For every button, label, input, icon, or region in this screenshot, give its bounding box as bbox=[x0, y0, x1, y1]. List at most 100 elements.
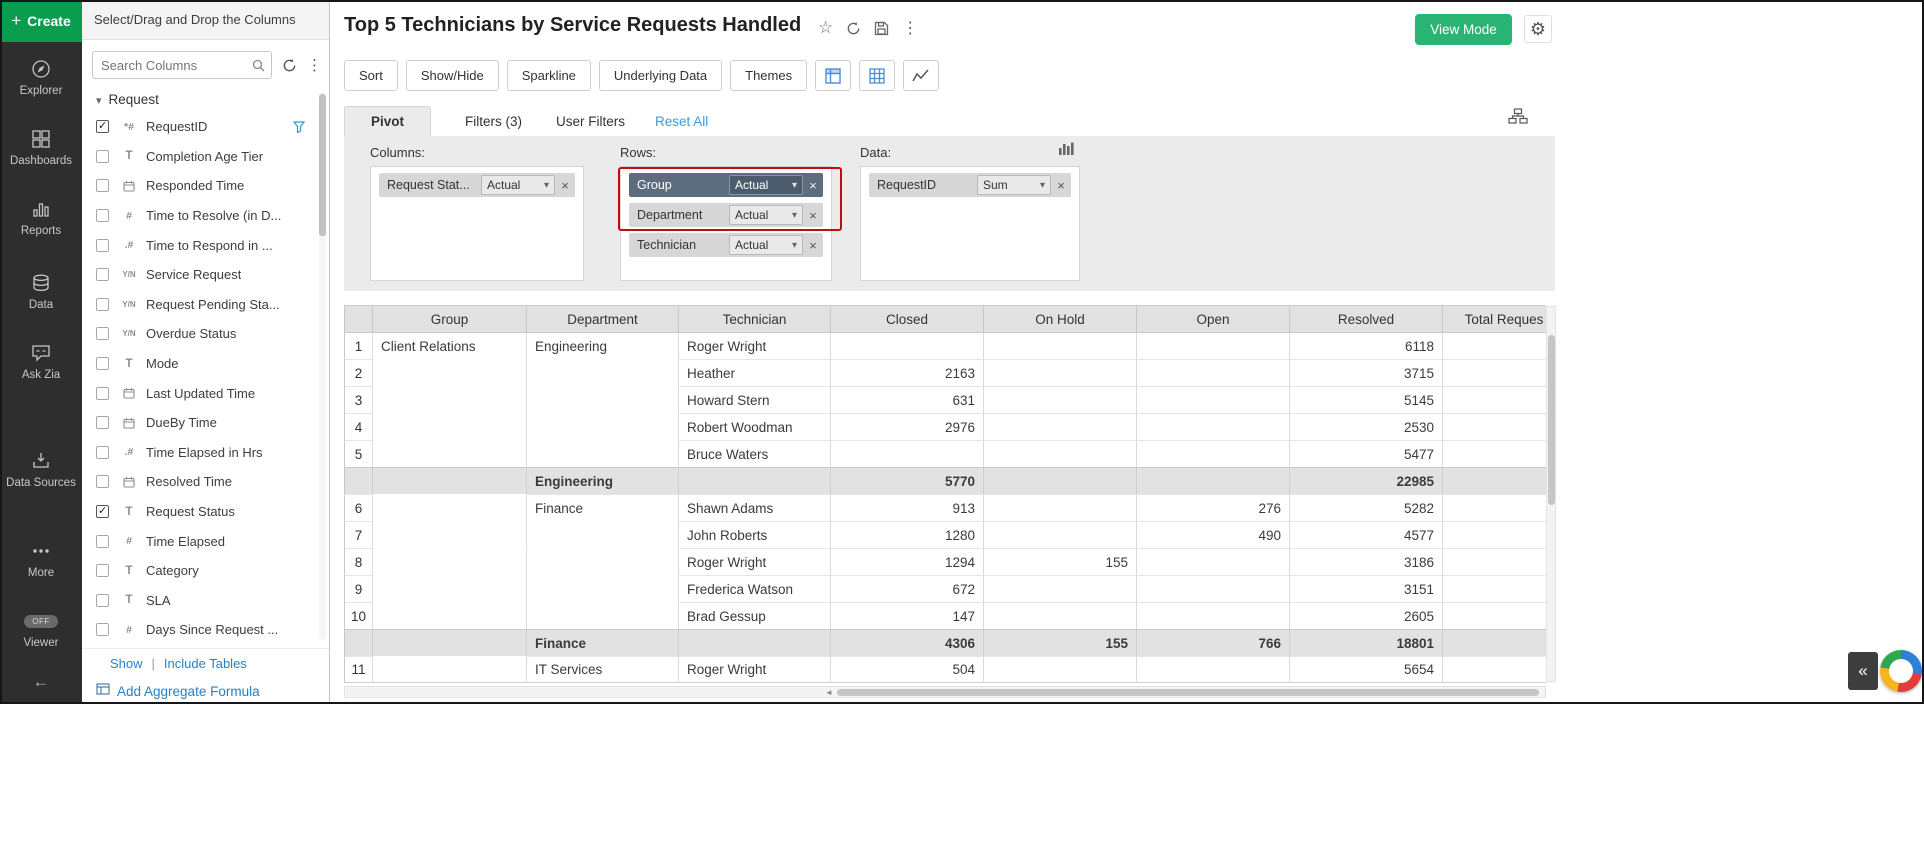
sidebar-item-more[interactable]: More bbox=[0, 540, 82, 580]
field-item-responded-time[interactable]: Responded Time bbox=[82, 171, 315, 201]
favorite-star-icon[interactable]: ☆ bbox=[818, 18, 833, 38]
reset-all-link[interactable]: Reset All bbox=[655, 114, 708, 136]
add-aggregate-button[interactable]: Add Aggregate Formula bbox=[82, 678, 329, 704]
checkbox[interactable] bbox=[96, 179, 109, 192]
tab-filters[interactable]: Filters (3) bbox=[465, 114, 522, 136]
field-item-days-since-request[interactable]: #Days Since Request ... bbox=[82, 615, 315, 645]
show-link[interactable]: Show bbox=[110, 656, 143, 671]
field-list-scrollbar[interactable] bbox=[319, 92, 326, 640]
kebab-menu-icon[interactable]: ⋮ bbox=[902, 18, 918, 38]
field-item-time-elapsed-in-hrs[interactable]: .#Time Elapsed in Hrs bbox=[82, 438, 315, 468]
checkbox[interactable] bbox=[96, 357, 109, 370]
show-hide-button[interactable]: Show/Hide bbox=[406, 60, 499, 91]
save-icon[interactable] bbox=[874, 21, 889, 36]
field-item-mode[interactable]: TMode bbox=[82, 349, 315, 379]
kebab-menu-icon[interactable]: ⋮ bbox=[307, 56, 322, 74]
checkbox[interactable] bbox=[96, 387, 109, 400]
scrollbar-thumb[interactable] bbox=[319, 94, 326, 236]
sidebar-item-data[interactable]: Data bbox=[0, 272, 82, 312]
refresh-report-icon[interactable] bbox=[846, 21, 861, 36]
field-item-requestid[interactable]: *#RequestID bbox=[82, 112, 315, 142]
field-item-overdue-status[interactable]: Y/NOverdue Status bbox=[82, 319, 315, 349]
checkbox[interactable] bbox=[96, 239, 109, 252]
field-item-request-pending-sta[interactable]: Y/NRequest Pending Sta... bbox=[82, 290, 315, 320]
themes-button[interactable]: Themes bbox=[730, 60, 807, 91]
remove-icon[interactable]: × bbox=[555, 178, 575, 193]
aggregation-select[interactable]: Sum▾ bbox=[977, 175, 1051, 195]
chip-department[interactable]: DepartmentActual▾× bbox=[629, 203, 823, 227]
checkbox[interactable] bbox=[96, 298, 109, 311]
remove-icon[interactable]: × bbox=[1051, 178, 1071, 193]
view-mode-button[interactable]: View Mode bbox=[1415, 14, 1512, 45]
field-item-time-to-resolve-in-d[interactable]: #Time to Resolve (in D... bbox=[82, 201, 315, 231]
field-item-last-updated-time[interactable]: Last Updated Time bbox=[82, 378, 315, 408]
checkbox[interactable] bbox=[96, 268, 109, 281]
tab-pivot[interactable]: Pivot bbox=[344, 106, 431, 136]
aggregation-select[interactable]: Actual▾ bbox=[729, 175, 803, 195]
compact-view-icon[interactable] bbox=[859, 60, 895, 91]
aggregation-select[interactable]: Actual▾ bbox=[481, 175, 555, 195]
scrollbar-thumb[interactable] bbox=[837, 689, 1539, 696]
field-item-dueby-time[interactable]: DueBy Time bbox=[82, 408, 315, 438]
sidebar-item-explorer[interactable]: Explorer bbox=[0, 58, 82, 98]
zoho-logo-icon[interactable] bbox=[1880, 650, 1922, 692]
checkbox[interactable] bbox=[96, 564, 109, 577]
checkbox[interactable] bbox=[96, 594, 109, 607]
filter-icon[interactable] bbox=[293, 121, 305, 133]
tab-user-filters[interactable]: User Filters bbox=[556, 114, 625, 136]
horizontal-scrollbar[interactable]: ◄ bbox=[344, 686, 1546, 698]
grid-view-icon[interactable] bbox=[815, 60, 851, 91]
checkbox[interactable] bbox=[96, 150, 109, 163]
aggregation-select[interactable]: Actual▾ bbox=[729, 235, 803, 255]
create-button[interactable]: + Create bbox=[0, 0, 82, 42]
field-item-resolved-time[interactable]: Resolved Time bbox=[82, 467, 315, 497]
refresh-icon[interactable] bbox=[282, 58, 297, 73]
trend-view-icon[interactable] bbox=[903, 60, 939, 91]
scrollbar-thumb[interactable] bbox=[1548, 335, 1555, 505]
field-item-request-status[interactable]: TRequest Status bbox=[82, 497, 315, 527]
chip-group[interactable]: GroupActual▾× bbox=[629, 173, 823, 197]
field-item-service-request[interactable]: Y/NService Request bbox=[82, 260, 315, 290]
collapse-sidebar-icon[interactable]: ← bbox=[0, 672, 82, 692]
field-item-completion-age-tier[interactable]: TCompletion Age Tier bbox=[82, 142, 315, 172]
field-item-time-elapsed[interactable]: #Time Elapsed bbox=[82, 526, 315, 556]
data-dropzone[interactable]: RequestIDSum▾× bbox=[860, 166, 1080, 281]
sidebar-item-dashboards[interactable]: Dashboards bbox=[0, 128, 82, 168]
checkbox[interactable] bbox=[96, 446, 109, 459]
sidebar-item-ask-zia[interactable]: Ask Zia bbox=[0, 342, 82, 382]
sparkline-button[interactable]: Sparkline bbox=[507, 60, 591, 91]
chip-technician[interactable]: TechnicianActual▾× bbox=[629, 233, 823, 257]
underlying-data-button[interactable]: Underlying Data bbox=[599, 60, 722, 91]
sidebar-item-data-sources[interactable]: Data Sources bbox=[0, 450, 82, 490]
checkbox[interactable] bbox=[96, 416, 109, 429]
remove-icon[interactable]: × bbox=[803, 208, 823, 223]
collapse-panel-button[interactable]: « bbox=[1848, 652, 1878, 690]
search-input[interactable] bbox=[93, 53, 245, 77]
checkbox[interactable] bbox=[96, 475, 109, 488]
aggregation-select[interactable]: Actual▾ bbox=[729, 205, 803, 225]
field-item-time-to-respond-in[interactable]: .#Time to Respond in ... bbox=[82, 230, 315, 260]
vertical-scrollbar[interactable] bbox=[1546, 306, 1556, 682]
rows-dropzone[interactable]: GroupActual▾× DepartmentActual▾× Technicia… bbox=[620, 166, 832, 281]
columns-dropzone[interactable]: Request Stat...Actual▾× bbox=[370, 166, 584, 281]
checkbox[interactable] bbox=[96, 120, 109, 133]
checkbox[interactable] bbox=[96, 535, 109, 548]
field-item-sla[interactable]: TSLA bbox=[82, 586, 315, 616]
sidebar-item-reports[interactable]: Reports bbox=[0, 198, 82, 238]
remove-icon[interactable]: × bbox=[803, 178, 823, 193]
chart-layout-icon[interactable] bbox=[1058, 142, 1074, 160]
checkbox[interactable] bbox=[96, 209, 109, 222]
chip-request-stat[interactable]: Request Stat...Actual▾× bbox=[379, 173, 575, 197]
sidebar-item-viewer[interactable]: OFFViewer bbox=[0, 610, 82, 650]
checkbox[interactable] bbox=[96, 623, 109, 636]
checkbox[interactable] bbox=[96, 327, 109, 340]
include-tables-link[interactable]: Include Tables bbox=[164, 656, 247, 671]
chip-requestid[interactable]: RequestIDSum▾× bbox=[869, 173, 1071, 197]
settings-gear-icon[interactable]: ⚙ bbox=[1524, 15, 1552, 43]
table-tree-header[interactable]: ▾Request bbox=[96, 92, 159, 107]
checkbox[interactable] bbox=[96, 505, 109, 518]
hierarchy-icon[interactable] bbox=[1508, 108, 1528, 129]
remove-icon[interactable]: × bbox=[803, 238, 823, 253]
field-item-category[interactable]: TCategory bbox=[82, 556, 315, 586]
sort-button[interactable]: Sort bbox=[344, 60, 398, 91]
